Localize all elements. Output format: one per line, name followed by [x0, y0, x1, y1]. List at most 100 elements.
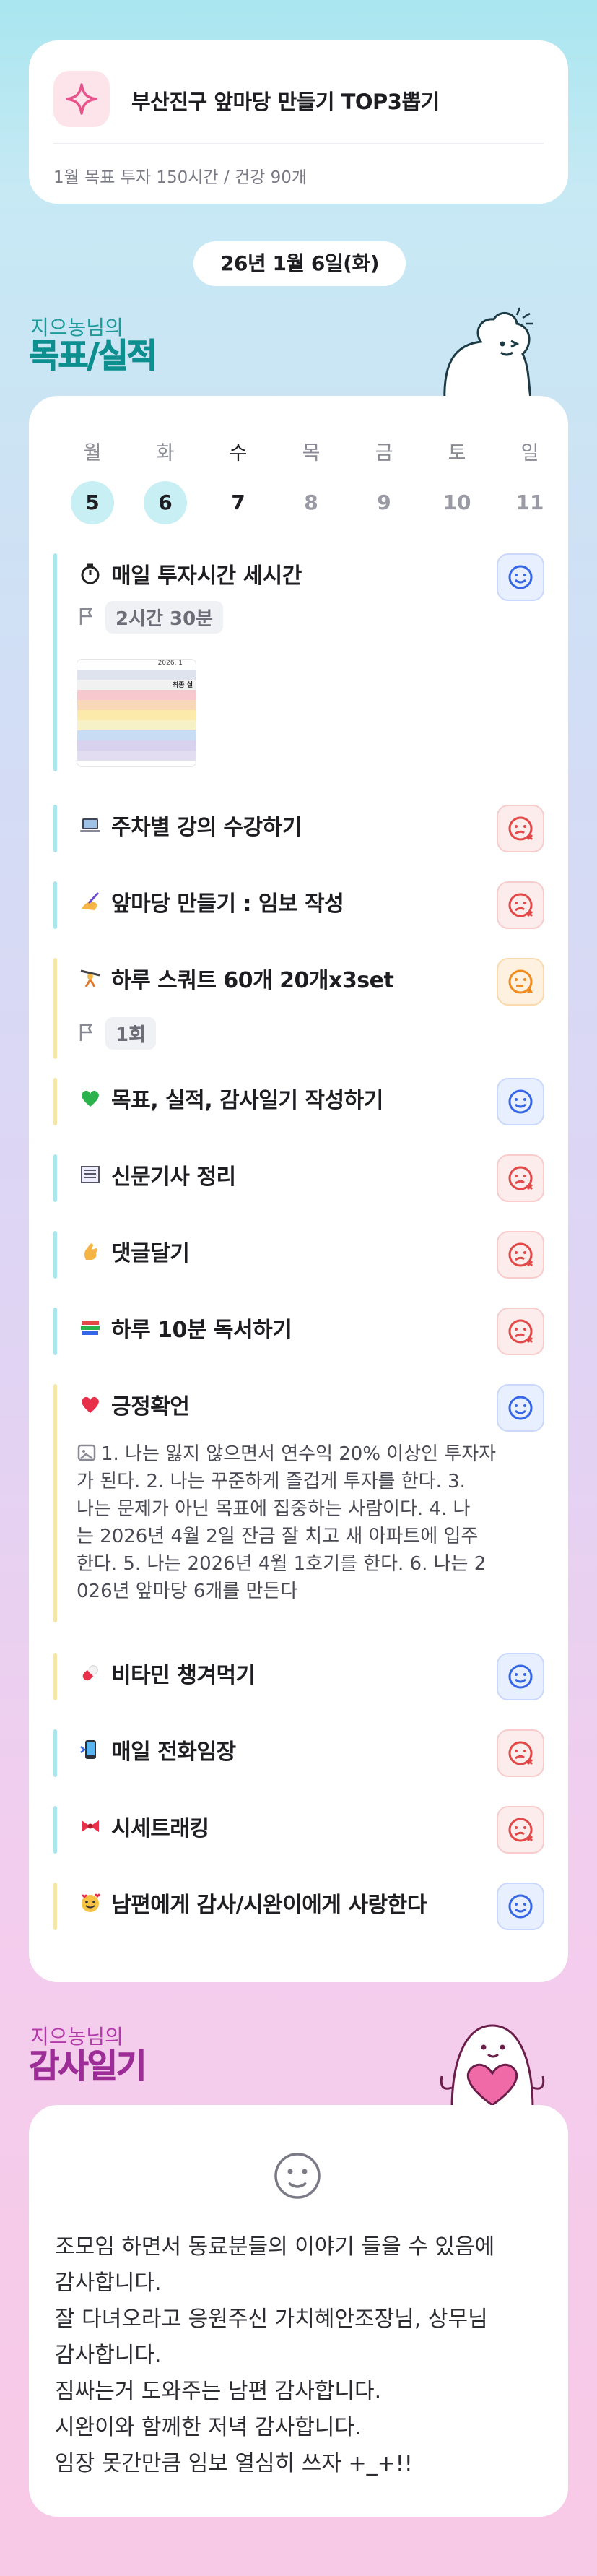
status-missed-icon[interactable] [497, 1308, 544, 1355]
task-item[interactable]: 하루 10분 독서하기 [53, 1308, 544, 1355]
task-color-bar [53, 1154, 57, 1202]
day-date: 7 [231, 490, 245, 514]
writing-hand-icon [77, 888, 104, 915]
heart-mascot-illustration [430, 2015, 553, 2111]
task-title-text: 남편에게 감사/시완이에게 사랑한다 [111, 1893, 427, 1918]
day-date: 10 [443, 490, 471, 514]
task-color-bar [53, 958, 57, 1059]
day-mon[interactable]: 월5 [60, 439, 125, 524]
task-title: 댓글달기 [77, 1235, 190, 1267]
ribbon-icon [77, 1812, 104, 1840]
task-color-bar [53, 881, 57, 929]
task-meta: 2시간 30분 [77, 601, 224, 634]
monthly-goal-summary: 1월 목표 투자 150시간 / 건강 90개 [53, 168, 308, 187]
task-color-bar [53, 1384, 57, 1622]
day-tue[interactable]: 화6 [133, 439, 198, 524]
task-color-bar [53, 1078, 57, 1125]
gratitude-text: 조모임 하면서 동료분들의 이야기 들을 수 있음에 감사합니다. 잘 다녀오라… [55, 2229, 546, 2482]
pinching-hand-icon [77, 1237, 104, 1265]
task-title: 매일 투자시간 세시간 [77, 558, 302, 589]
task-item[interactable]: 댓글달기 [53, 1231, 544, 1279]
sparkle-icon [53, 71, 110, 127]
task-title-text: 목표, 실적, 감사일기 작성하기 [111, 1088, 383, 1113]
task-item[interactable]: 앞마당 만들기 : 임보 작성 [53, 881, 544, 929]
mascot-illustration [430, 302, 546, 405]
day-name: 수 [229, 442, 248, 464]
day-date: 6 [144, 481, 187, 524]
gratitude-line: 조모임 하면서 동료분들의 이야기 들을 수 있음에 [55, 2234, 495, 2260]
task-item[interactable]: 신문기사 정리 [53, 1154, 544, 1202]
day-date: 9 [377, 490, 391, 514]
task-meta: 1회 [77, 1017, 157, 1050]
day-sun[interactable]: 일 11 [497, 439, 562, 524]
status-done-icon[interactable] [497, 1384, 544, 1432]
task-title: 하루 스쿼트 60개 20개x3set [77, 962, 394, 994]
task-color-bar [53, 805, 57, 852]
newspaper-icon [77, 1161, 104, 1188]
memo-line: 는 2026년 4월 2일 잔금 잘 치고 새 아파트에 입주 [77, 1526, 479, 1547]
task-title: 매일 전화임장 [77, 1734, 236, 1765]
day-sat[interactable]: 토 10 [424, 439, 489, 524]
attachment-thumbnail[interactable]: 2026. 1 최종 실 [77, 659, 196, 767]
page-title: 부산진구 앞마당 만들기 TOP3뽑기 [131, 90, 440, 114]
task-item[interactable]: 하루 스쿼트 60개 20개x3set 1회 [53, 958, 544, 1059]
status-missed-icon[interactable] [497, 1231, 544, 1279]
status-missed-icon[interactable] [497, 881, 544, 929]
status-missed-icon[interactable] [497, 1154, 544, 1202]
day-fri[interactable]: 금9 [352, 439, 417, 524]
task-item[interactable]: 매일 전화임장 [53, 1729, 544, 1777]
task-item[interactable]: 긍정확언 1. 나는 잃지 않으면서 연수익 20% 이상인 투자자 가 된다.… [53, 1384, 544, 1622]
day-name: 화 [156, 442, 175, 464]
goals-card: 월5 화6 수7 목8 금9 토 10 일 11 매일 투자시간 세시간 2시간 3… [29, 396, 568, 1982]
status-missed-icon[interactable] [497, 1729, 544, 1777]
flag-icon [77, 1022, 97, 1045]
flag-icon [77, 606, 97, 629]
status-missed-icon[interactable] [497, 1806, 544, 1854]
task-item[interactable]: 매일 투자시간 세시간 2시간 30분 2026. 1 최종 실 [53, 553, 544, 771]
status-done-icon[interactable] [497, 1883, 544, 1930]
status-done-icon[interactable] [497, 1078, 544, 1125]
day-date: 11 [515, 490, 544, 514]
task-item[interactable]: 비타민 챙겨먹기 [53, 1653, 544, 1700]
day-wed[interactable]: 수7 [206, 439, 271, 524]
task-title: 하루 10분 독서하기 [77, 1312, 292, 1344]
smile-icon [269, 2147, 326, 2205]
week-strip: 월5 화6 수7 목8 금9 토 10 일 11 [48, 439, 549, 526]
day-thu[interactable]: 목8 [279, 439, 344, 524]
task-title: 주차별 강의 수강하기 [77, 809, 302, 841]
status-partial-icon[interactable] [497, 958, 544, 1006]
task-item[interactable]: 남편에게 감사/시완이에게 사랑한다 [53, 1883, 544, 1930]
task-color-bar [53, 1806, 57, 1854]
status-done-icon[interactable] [497, 553, 544, 601]
task-title-text: 시세트래킹 [111, 1816, 209, 1841]
laptop-icon [77, 811, 104, 839]
smiling-hearts-icon [77, 1889, 104, 1916]
task-title-text: 하루 스쿼트 60개 20개x3set [111, 968, 394, 993]
task-title-text: 앞마당 만들기 : 임보 작성 [111, 891, 344, 917]
green-heart-icon [77, 1084, 104, 1112]
task-title-text: 매일 전화임장 [111, 1739, 236, 1765]
task-title-text: 주차별 강의 수강하기 [111, 815, 302, 840]
task-title-text: 비타민 챙겨먹기 [111, 1663, 256, 1688]
gratitude-card: 조모임 하면서 동료분들의 이야기 들을 수 있음에 감사합니다. 잘 다녀오라… [29, 2105, 568, 2517]
gratitude-line: 감사합니다. [55, 2270, 162, 2296]
day-name: 일 [520, 442, 539, 464]
day-date: 5 [71, 481, 114, 524]
weightlifter-icon [77, 964, 104, 992]
task-meta-chip: 1회 [105, 1017, 157, 1050]
status-done-icon[interactable] [497, 1653, 544, 1700]
task-item[interactable]: 목표, 실적, 감사일기 작성하기 [53, 1078, 544, 1125]
task-title: 앞마당 만들기 : 임보 작성 [77, 886, 344, 917]
task-title: 시세트래킹 [77, 1810, 209, 1842]
memo-line: 한다. 5. 나는 2026년 4월 1호기를 한다. 6. 나는 2 [77, 1553, 487, 1575]
goals-section-title: 목표/실적 [28, 336, 157, 376]
thumbnail-header: 2026. 1 [77, 660, 196, 670]
gratitude-line: 잘 다녀오라고 응원주신 가치혜안조장님, 상무님 [55, 2307, 488, 2332]
status-missed-icon[interactable] [497, 805, 544, 852]
task-item[interactable]: 시세트래킹 [53, 1806, 544, 1854]
task-memo: 1. 나는 잃지 않으면서 연수익 20% 이상인 투자자 가 된다. 2. 나… [77, 1440, 544, 1605]
day-name: 월 [83, 442, 102, 464]
date-selector[interactable]: 26년 1월 6일(화) [193, 241, 406, 286]
task-item[interactable]: 주차별 강의 수강하기 [53, 805, 544, 852]
memo-line: 가 된다. 2. 나는 꾸준하게 즐겁게 투자를 한다. 3. [77, 1471, 466, 1492]
